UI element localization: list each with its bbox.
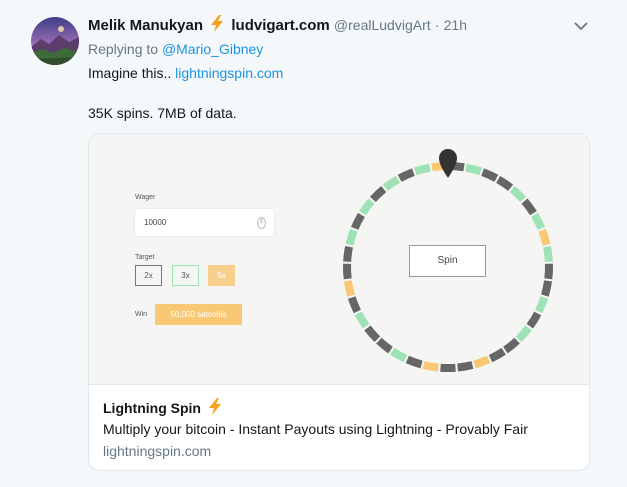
- wheel-segment: [465, 163, 482, 176]
- card-description: Multiply your bitcoin - Instant Payouts …: [103, 421, 528, 437]
- wheel-segment: [509, 186, 527, 203]
- wheel-segment: [544, 263, 553, 280]
- author-handle[interactable]: @realLudvigArt: [334, 17, 431, 33]
- wheel-segment: [538, 228, 551, 246]
- wheel-segment: [543, 245, 553, 262]
- wheel-segment: [354, 311, 370, 329]
- wheel-segment: [382, 175, 400, 191]
- tweet-header: Melik Manukyan ludvigart.com @realLudvig…: [88, 15, 467, 37]
- spin-button: Spin: [409, 245, 486, 277]
- card-title-text: Lightning Spin: [103, 400, 201, 416]
- avatar[interactable]: [31, 17, 79, 65]
- tweet-time[interactable]: 21h: [444, 17, 467, 33]
- wheel-segment: [503, 337, 520, 354]
- wheel-segment: [390, 347, 408, 363]
- wheel-segment: [526, 311, 542, 329]
- wheel-segment: [481, 168, 499, 182]
- link-card[interactable]: Wager 10000 ⇕ Target 2x 3x 5x Win 50,000…: [88, 133, 590, 471]
- wheel-segment: [343, 280, 355, 297]
- bolt-icon: [210, 15, 224, 37]
- author-name[interactable]: Melik Manukyan: [88, 17, 203, 34]
- wheel-segment: [531, 212, 546, 230]
- replying-label: Replying to: [88, 41, 159, 57]
- wheel-segment: [414, 163, 431, 176]
- wheel-segment: [535, 296, 549, 314]
- tweet-text-prefix: Imagine this..: [88, 65, 172, 81]
- replying-handle-link[interactable]: @Mario_Gibney: [162, 41, 263, 57]
- bolt-icon: [208, 398, 222, 418]
- card-image: Wager 10000 ⇕ Target 2x 3x 5x Win 50,000…: [89, 134, 589, 385]
- tweet: Melik Manukyan ludvigart.com @realLudvig…: [0, 0, 627, 487]
- wheel-segment: [521, 198, 537, 216]
- wheel-segment: [473, 355, 491, 369]
- wheel-segment: [515, 325, 532, 343]
- tweet-link[interactable]: lightningspin.com: [175, 65, 283, 81]
- wheel-segment: [350, 212, 365, 230]
- tweet-text-line2: 35K spins. 7MB of data.: [88, 105, 237, 121]
- wheel-segment: [405, 355, 423, 369]
- wheel-segment: [376, 337, 393, 354]
- wheel-segment: [343, 245, 353, 262]
- chevron-down-icon[interactable]: [571, 16, 591, 36]
- wheel-segment: [359, 198, 375, 216]
- tweet-text-line1: Imagine this.. lightningspin.com: [88, 65, 283, 81]
- wheel-segment: [457, 361, 474, 372]
- wheel-segment: [343, 263, 352, 280]
- avatar-image: [31, 17, 79, 65]
- wheel-segment: [345, 228, 358, 246]
- wheel-segment: [347, 296, 361, 314]
- wheel-segment: [488, 347, 506, 363]
- card-url: lightningspin.com: [103, 443, 212, 459]
- author-name-suffix[interactable]: ludvigart.com: [231, 17, 329, 34]
- wheel-segment: [397, 168, 415, 182]
- replying-to: Replying to @Mario_Gibney: [88, 41, 263, 57]
- wheel-segment: [422, 361, 439, 372]
- separator-dot: ·: [434, 17, 440, 33]
- wheel-segment: [364, 325, 381, 343]
- card-title: Lightning Spin: [103, 398, 225, 418]
- wheel-segment: [369, 186, 387, 203]
- spin-wheel: [343, 149, 553, 372]
- wheel-segment: [496, 175, 514, 191]
- wheel-pointer-icon: [439, 149, 457, 178]
- wheel-segment: [541, 280, 553, 297]
